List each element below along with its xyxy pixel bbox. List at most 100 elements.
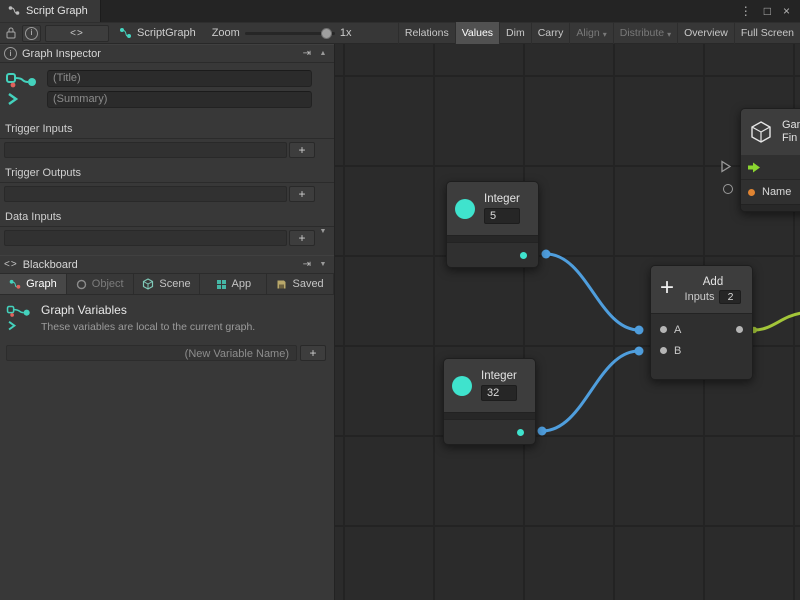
dock-icon[interactable]: ⇥ [303, 48, 311, 59]
wire-int1-to-add-a[interactable] [546, 254, 639, 330]
dim-button[interactable]: Dim [499, 22, 531, 44]
zoom-slider[interactable] [245, 22, 335, 44]
tab-object[interactable]: Object [67, 274, 134, 294]
graph-variables-subtitle: These variables are local to the current… [41, 321, 255, 333]
integer-type-icon [452, 376, 472, 396]
blackboard-tabs: Graph Object Scene [0, 274, 334, 295]
data-inputs-add-button[interactable]: + [289, 230, 315, 246]
tab-graph[interactable]: Graph [0, 274, 67, 294]
fullscreen-button[interactable]: Full Screen [734, 22, 800, 44]
zoom-label: Zoom [212, 27, 240, 39]
wire-int2-to-add-b[interactable] [542, 351, 639, 431]
graph-toolbar: i <> ScriptGraph Zoom 1x Relations Value… [0, 22, 800, 44]
graph-title-input[interactable]: (Title) [47, 70, 312, 87]
saved-tab-icon [276, 279, 287, 290]
trigger-outputs-add-button[interactable]: + [289, 186, 315, 202]
tab-saved-label: Saved [292, 278, 323, 290]
inspector-toggle-button[interactable]: i [22, 25, 41, 42]
carry-button[interactable]: Carry [531, 22, 570, 44]
trigger-inputs-add-button[interactable]: + [289, 142, 315, 158]
tab-graph-label: Graph [26, 278, 57, 290]
data-inputs-list[interactable] [4, 230, 287, 246]
chevron-down-icon: ▾ [603, 30, 607, 39]
trigger-outputs-label: Trigger Outputs [0, 166, 334, 183]
add-input-port-a[interactable] [660, 326, 667, 333]
graph-name-label: ScriptGraph [137, 27, 196, 39]
graph-variables-title: Graph Variables [41, 303, 255, 317]
add-output-port[interactable] [736, 326, 743, 333]
fullscreen-label: Full Screen [741, 27, 794, 39]
wire-endpoint[interactable] [542, 250, 551, 259]
window-menu-icon[interactable]: ⋮ [740, 4, 752, 18]
wire-endpoint[interactable] [538, 427, 547, 436]
wire-endpoint[interactable] [635, 347, 644, 356]
zoom-value: 1x [340, 27, 352, 39]
graph-summary-block: (Title) (Summary) [0, 63, 334, 114]
wire-endpoint[interactable] [635, 326, 644, 335]
overview-button[interactable]: Overview [677, 22, 734, 44]
tab-saved[interactable]: Saved [267, 274, 334, 294]
port-name-label: Name [762, 186, 791, 198]
tab-app[interactable]: App [200, 274, 267, 294]
integer-output-port[interactable] [517, 429, 524, 436]
integer-value-field[interactable]: 5 [484, 208, 520, 224]
window-close-icon[interactable]: × [783, 4, 790, 18]
add-node[interactable]: + Add Inputs 2 A [650, 265, 753, 380]
values-button[interactable]: Values [455, 22, 499, 44]
name-input-port[interactable] [748, 189, 755, 196]
graph-meta-fields: (Title) (Summary) [47, 70, 312, 108]
unity-script-graph-window: Script Graph ⋮ □ × i <> ScriptGraph Zoom [0, 0, 800, 600]
trigger-inputs-label: Trigger Inputs [0, 122, 334, 139]
window-controls: ⋮ □ × [740, 0, 800, 22]
port-a-label: A [674, 324, 681, 336]
trigger-arrow-icon[interactable] [748, 162, 761, 173]
wire-add-output[interactable] [754, 313, 800, 330]
integer-output-port[interactable] [520, 252, 527, 259]
script-graph-icon [119, 27, 132, 39]
scroll-down-icon[interactable]: ▼ [316, 261, 330, 268]
cube-icon [749, 120, 773, 144]
window-tab-label: Script Graph [26, 5, 88, 17]
blackboard-toggle-button[interactable]: <> [45, 25, 109, 42]
node-title-line1: Gam [782, 119, 800, 132]
chevron-down-icon: ▾ [667, 30, 671, 39]
integer-node-2[interactable]: Integer 32 [443, 358, 536, 445]
distribute-label: Distribute [620, 27, 664, 39]
new-variable-input[interactable]: (New Variable Name) [6, 345, 297, 361]
values-label: Values [462, 27, 493, 39]
trigger-outputs-list[interactable] [4, 186, 287, 202]
window-tab[interactable]: Script Graph [0, 0, 101, 22]
graph-summary-input[interactable]: (Summary) [47, 91, 312, 108]
trigger-port-outline-icon[interactable] [720, 160, 732, 173]
find-node[interactable]: Gam Fin Name [740, 108, 800, 212]
value-port-outline-icon[interactable] [723, 184, 733, 194]
graph-canvas[interactable]: Integer 5 Integer 32 [335, 44, 800, 600]
dock-icon[interactable]: ⇥ [303, 259, 311, 270]
lock-icon[interactable] [5, 26, 17, 40]
new-variable-add-button[interactable]: + [300, 345, 326, 361]
trigger-inputs-list[interactable] [4, 142, 287, 158]
carry-label: Carry [538, 27, 564, 39]
inputs-count-field[interactable]: 2 [719, 290, 741, 304]
blackboard-header: <> Blackboard ⇥ ▼ [0, 255, 334, 274]
object-tab-icon [76, 279, 87, 290]
relations-button[interactable]: Relations [398, 22, 455, 44]
add-input-port-b[interactable] [660, 347, 667, 354]
distribute-button[interactable]: Distribute ▾ [613, 22, 677, 44]
title-bar: Script Graph ⋮ □ × [0, 0, 800, 22]
app-tab-icon [216, 279, 227, 290]
graph-variables-icon [6, 303, 32, 333]
window-maximize-icon[interactable]: □ [764, 4, 771, 18]
scroll-down-icon[interactable]: ▼ [316, 228, 330, 235]
graph-breadcrumb[interactable]: ScriptGraph [119, 27, 196, 39]
scroll-up-icon[interactable]: ▲ [316, 50, 330, 57]
tab-scene-label: Scene [159, 278, 190, 290]
data-inputs-section: Data Inputs + [0, 210, 334, 246]
graph-variables-icon [5, 70, 39, 108]
zoom-slider-knob[interactable] [321, 28, 332, 39]
align-button[interactable]: Align ▾ [569, 22, 612, 44]
integer-node-1[interactable]: Integer 5 [446, 181, 539, 268]
relations-label: Relations [405, 27, 449, 39]
tab-scene[interactable]: Scene [134, 274, 201, 294]
integer-value-field[interactable]: 32 [481, 385, 517, 401]
